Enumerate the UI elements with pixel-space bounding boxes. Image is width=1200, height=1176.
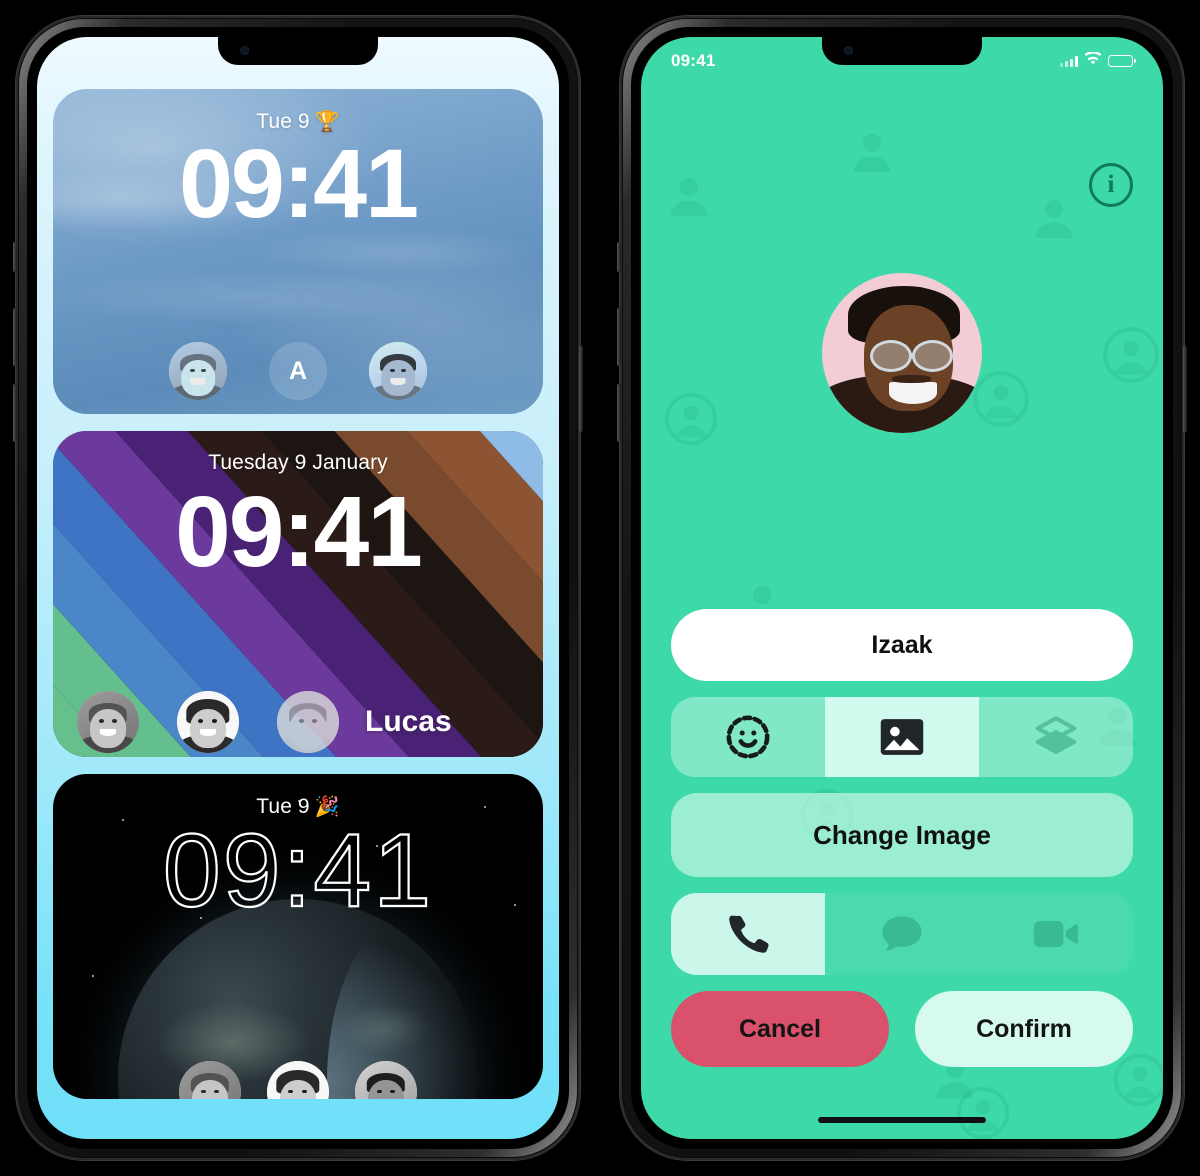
left-phone-bezel: Tue 9 🏆 09:41 A Tuesday 9 January 09:41 …	[27, 27, 569, 1149]
contact-avatar[interactable]	[822, 273, 982, 433]
poster-type-segmented-control	[671, 697, 1133, 777]
avatar-maria[interactable]	[177, 690, 239, 753]
home-indicator[interactable]	[818, 1117, 986, 1123]
volume-down-button[interactable]	[617, 384, 621, 442]
widget-sky-time: 09:41	[178, 129, 419, 238]
default-action-segmented-control	[671, 893, 1133, 975]
photo-image-icon	[877, 712, 927, 762]
power-button[interactable]	[1183, 346, 1187, 432]
segment-message[interactable]	[825, 893, 979, 975]
avatar-maria[interactable]	[267, 1060, 329, 1099]
right-phone-bezel: 09:41 i Izaak Change Image Cancel Confir…	[631, 27, 1173, 1149]
widget-pride-date: Tuesday 9 January	[53, 451, 543, 475]
avatar-initial-a[interactable]: A	[269, 342, 327, 401]
avatar-craig[interactable]	[179, 1060, 241, 1099]
segment-call[interactable]	[671, 893, 825, 975]
notch	[218, 37, 378, 65]
status-bar-time: 09:41	[671, 51, 716, 70]
avatar-initial-label: A	[288, 356, 308, 385]
volume-down-button[interactable]	[13, 384, 17, 442]
power-button[interactable]	[579, 346, 583, 432]
widget-pride-lockscreen[interactable]: Tuesday 9 January 09:41 Lucas	[53, 431, 543, 757]
contact-poster-panel: Izaak Change Image Cancel Confirm	[671, 609, 1133, 1067]
avatar-name-label: Lucas	[365, 704, 452, 738]
widget-pride-date-text: Tuesday 9 January	[208, 451, 388, 475]
change-image-label: Change Image	[813, 819, 991, 850]
notch	[822, 37, 982, 65]
avatar-izaak[interactable]	[355, 1060, 417, 1099]
video-camera-icon	[1030, 908, 1082, 960]
info-button[interactable]: i	[1089, 163, 1133, 207]
phone-handset-icon	[725, 911, 771, 957]
avatar-craig[interactable]	[169, 342, 227, 401]
mute-switch[interactable]	[13, 242, 17, 272]
right-phone-frame: 09:41 i Izaak Change Image Cancel Confir…	[623, 19, 1181, 1157]
confirm-label: Confirm	[976, 1014, 1072, 1043]
battery-icon	[1108, 55, 1136, 67]
segment-facetime[interactable]	[979, 893, 1133, 975]
front-camera-icon	[844, 46, 853, 55]
layers-stack-icon	[1030, 711, 1082, 763]
avatar-craig[interactable]	[77, 690, 139, 753]
poster-footer-buttons: Cancel Confirm	[671, 991, 1133, 1067]
widget-space-avatar-row	[53, 1060, 543, 1099]
segment-photo[interactable]	[825, 697, 979, 777]
confirm-button[interactable]: Confirm	[915, 991, 1133, 1067]
status-bar-indicators	[1060, 51, 1136, 70]
wifi-icon	[1084, 51, 1102, 70]
info-icon: i	[1107, 171, 1115, 198]
cancel-label: Cancel	[739, 1014, 821, 1043]
contact-name-field[interactable]: Izaak	[671, 609, 1133, 681]
segment-memoji[interactable]	[671, 697, 825, 777]
widget-pride-time: 09:41	[175, 476, 423, 589]
avatar-lucas[interactable]	[277, 690, 339, 753]
widget-sky-lockscreen[interactable]: Tue 9 🏆 09:41 A	[53, 89, 543, 415]
widget-list: Tue 9 🏆 09:41 A Tuesday 9 January 09:41 …	[53, 89, 543, 1099]
avatar-izaak[interactable]	[369, 342, 427, 401]
widget-sky-avatar-row: A	[53, 342, 543, 401]
cancel-button[interactable]: Cancel	[671, 991, 889, 1067]
right-phone-screen: 09:41 i Izaak Change Image Cancel Confir…	[641, 37, 1163, 1139]
message-bubble-icon	[878, 910, 926, 958]
contact-name-value: Izaak	[871, 630, 933, 659]
widget-pride-avatar-row: Lucas	[53, 690, 543, 753]
left-phone-device: Tue 9 🏆 09:41 A Tuesday 9 January 09:41 …	[13, 16, 583, 1160]
cellular-signal-icon	[1060, 55, 1078, 67]
volume-up-button[interactable]	[617, 308, 621, 366]
widget-space-lockscreen[interactable]: Tue 9 🎉 09:41	[53, 773, 543, 1099]
left-phone-frame: Tue 9 🏆 09:41 A Tuesday 9 January 09:41 …	[19, 19, 577, 1157]
change-image-button[interactable]: Change Image	[671, 793, 1133, 877]
segment-monogram[interactable]	[979, 697, 1133, 777]
left-phone-screen: Tue 9 🏆 09:41 A Tuesday 9 January 09:41 …	[37, 37, 559, 1139]
front-camera-icon	[240, 46, 249, 55]
widget-space-time: 09:41	[162, 812, 434, 929]
memoji-smiley-icon	[724, 713, 772, 761]
volume-up-button[interactable]	[13, 308, 17, 366]
right-phone-device: 09:41 i Izaak Change Image Cancel Confir…	[617, 16, 1187, 1160]
screenshot-canvas: Tue 9 🏆 09:41 A Tuesday 9 January 09:41 …	[0, 0, 1200, 1176]
mute-switch[interactable]	[617, 242, 621, 272]
